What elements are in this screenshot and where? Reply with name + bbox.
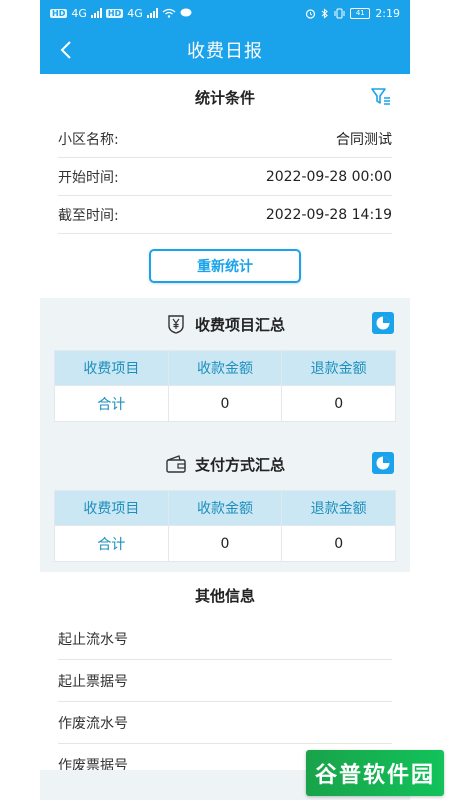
table-header-cell: 收费项目 (54, 490, 169, 526)
battery-icon: 41 (350, 7, 371, 19)
recount-button[interactable]: 重新统计 (149, 249, 301, 283)
table-header-cell: 退款金额 (281, 350, 396, 386)
table-header-row: 收费项目 收款金额 退款金额 (54, 350, 396, 386)
status-right: 41 2:19 (305, 7, 400, 20)
fee-summary-header: 收费项目汇总 (54, 298, 396, 350)
info-row-receipt-range: 起止票据号 (58, 660, 392, 702)
header: HD 4G HD 4G 41 2:19 收费日报 (40, 0, 410, 74)
pie-chart-icon (376, 456, 390, 470)
table-header-cell: 收费项目 (54, 350, 169, 386)
filter-icon (371, 88, 390, 105)
bluetooth-icon (321, 7, 329, 19)
watermark-logo: 谷普软件园 (306, 750, 444, 796)
info-row-void-serial: 作废流水号 (58, 702, 392, 744)
network-label-1: 4G (71, 6, 87, 20)
hd-badge-1: HD (50, 8, 68, 18)
back-button[interactable] (50, 34, 82, 66)
table-row: 合计 0 0 (54, 525, 396, 562)
condition-label: 小区名称: (58, 131, 119, 148)
condition-row-end-time: 截至时间: 2022-09-28 14:19 (58, 196, 392, 234)
phone-screen: HD 4G HD 4G 41 2:19 收费日报 统计条件 小区名称: 合同测试… (0, 0, 450, 800)
table-row: 合计 0 0 (54, 385, 396, 422)
table-header-cell: 退款金额 (281, 490, 396, 526)
hd-badge-2: HD (105, 8, 124, 18)
signal-icon-2 (146, 8, 158, 18)
other-info-title: 其他信息 (194, 586, 255, 605)
table-header-cell: 收款金额 (167, 350, 283, 386)
vibrate-icon (334, 8, 345, 18)
summary-area: 收费项目汇总 收费项目 收款金额 退款金额 合计 0 0 支付方式汇总 收费项目… (40, 298, 410, 572)
table-cell: 0 (167, 385, 283, 422)
filter-button[interactable] (370, 86, 392, 108)
pie-chart-icon (376, 316, 390, 330)
table-cell-total: 合计 (54, 525, 169, 562)
payment-summary-header: 支付方式汇总 (54, 438, 396, 490)
table-cell-total: 合计 (54, 385, 169, 422)
table-header-cell: 收款金额 (167, 490, 283, 526)
condition-label: 开始时间: (58, 169, 119, 186)
condition-value[interactable]: 2022-09-28 14:19 (266, 207, 392, 223)
signal-icon-1 (90, 8, 102, 18)
page-title: 收费日报 (187, 41, 263, 62)
fee-chart-button[interactable] (372, 312, 394, 334)
condition-value[interactable]: 合同测试 (336, 129, 392, 149)
payment-chart-button[interactable] (372, 452, 394, 474)
status-time: 2:19 (375, 6, 400, 20)
network-label-2: 4G (127, 6, 143, 20)
status-left: HD 4G HD 4G (50, 7, 192, 20)
status-bar: HD 4G HD 4G 41 2:19 (40, 0, 410, 26)
wallet-icon (166, 455, 186, 473)
condition-row-start-time: 开始时间: 2022-09-28 00:00 (58, 158, 392, 196)
app-container: HD 4G HD 4G 41 2:19 收费日报 统计条件 小区名称: 合同测试… (40, 0, 410, 800)
conditions-header: 统计条件 (40, 74, 410, 120)
payment-summary-title: 支付方式汇总 (194, 455, 285, 474)
condition-label: 截至时间: (58, 207, 119, 224)
fee-summary-table: 收费项目 收款金额 退款金额 合计 0 0 (54, 350, 396, 422)
payment-summary-table: 收费项目 收款金额 退款金额 合计 0 0 (54, 490, 396, 562)
recount-wrap: 重新统计 (40, 234, 410, 298)
chat-icon (180, 8, 192, 17)
table-cell: 0 (281, 525, 396, 562)
alarm-icon (306, 8, 316, 19)
wifi-icon (162, 8, 176, 18)
condition-row-community: 小区名称: 合同测试 (58, 120, 392, 158)
title-bar: 收费日报 (40, 26, 410, 74)
condition-value[interactable]: 2022-09-28 00:00 (266, 169, 392, 185)
table-cell: 0 (167, 525, 283, 562)
info-row-serial-range: 起止流水号 (58, 618, 392, 660)
yen-shield-icon (168, 315, 184, 334)
fee-summary-title: 收费项目汇总 (194, 315, 285, 334)
chevron-left-icon (60, 41, 71, 59)
conditions-title: 统计条件 (194, 88, 255, 107)
table-cell: 0 (281, 385, 396, 422)
table-header-row: 收费项目 收款金额 退款金额 (54, 490, 396, 526)
